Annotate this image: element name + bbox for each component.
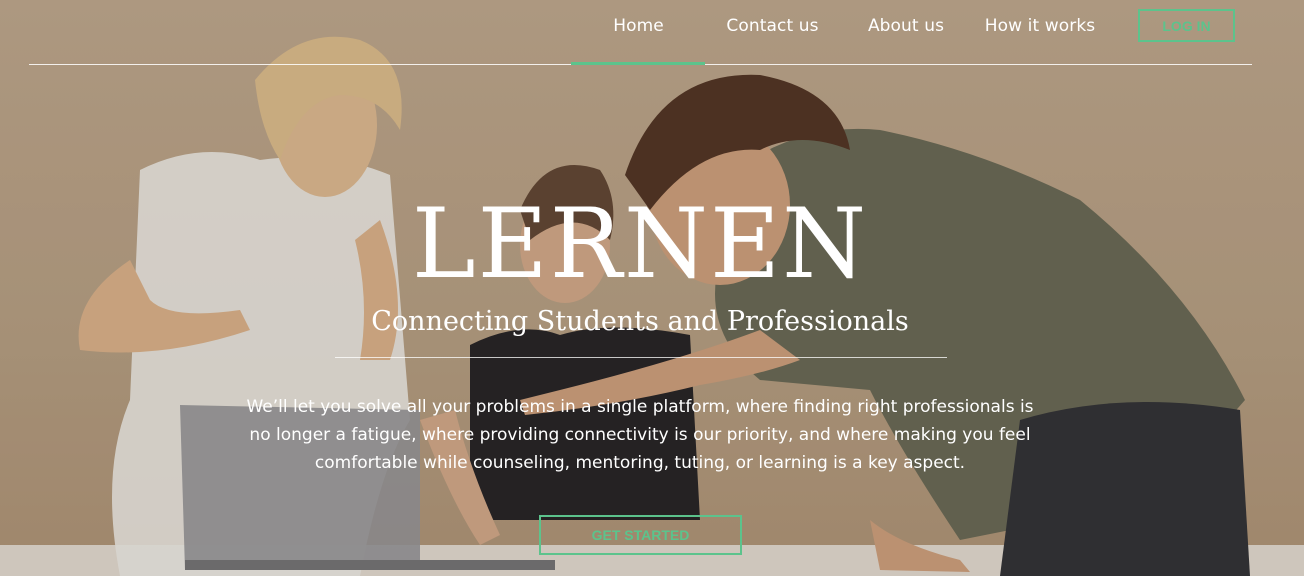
nav-active-indicator [571,62,705,65]
nav-item-home[interactable]: Home [572,0,705,52]
nav-item-about-us[interactable]: About us [860,0,952,52]
top-navigation: Home Contact us About us How it works LO… [0,0,1304,65]
hero-tagline: Connecting Students and Professionals [371,306,909,337]
hero-description: We’ll let you solve all your problems in… [246,397,1034,473]
tagline-divider [335,357,947,358]
nav-item-contact-us[interactable]: Contact us [715,0,830,52]
brand-title: LERNEN [411,188,869,300]
get-started-button[interactable]: GET STARTED [539,515,742,555]
nav-item-how-it-works[interactable]: How it works [978,0,1102,52]
login-button[interactable]: LOG IN [1138,9,1235,42]
